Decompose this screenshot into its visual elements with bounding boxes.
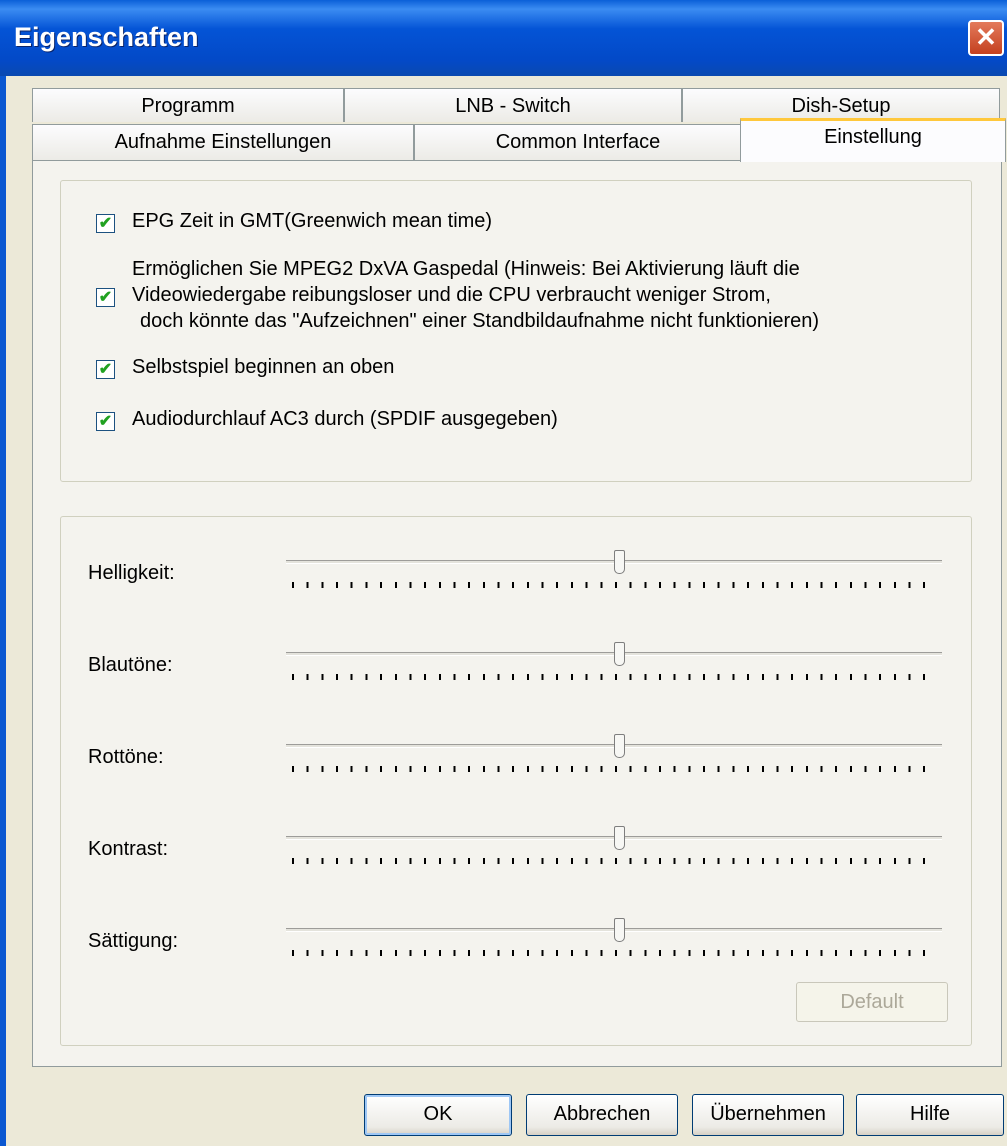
slider-label-blue-tone: Blautöne: [88, 654, 173, 676]
dxva-label-line3: doch könnte das "Aufzeichnen" einer Stan… [140, 310, 820, 332]
dxva-label-line1: Ermöglichen Sie MPEG2 DxVA Gaspedal (Hin… [132, 258, 800, 280]
tab-dish-setup[interactable]: Dish-Setup [682, 88, 1000, 122]
window-title: Eigenschaften [14, 22, 199, 52]
slider-thumb-brightness[interactable] [614, 550, 625, 574]
ok-button[interactable]: OK [364, 1094, 512, 1136]
ac3-label: Audiodurchlauf AC3 durch (SPDIF ausgegeb… [132, 408, 558, 430]
checkbox-epg-gmt[interactable]: ✔ [96, 214, 115, 233]
checkbox-ac3[interactable]: ✔ [96, 412, 115, 431]
slider-ticks-saturation [292, 950, 938, 956]
apply-button[interactable]: Übernehmen [692, 1094, 844, 1136]
slider-ticks-brightness [292, 582, 938, 588]
slider-ticks-blue-tone [292, 674, 938, 680]
epg-gmt-label: EPG Zeit in GMT(Greenwich mean time) [132, 210, 493, 232]
slider-label-saturation: Sättigung: [88, 930, 179, 952]
slider-thumb-blue-tone[interactable] [614, 642, 625, 666]
slider-ticks-red-tone [292, 766, 938, 772]
title-bar[interactable]: Eigenschaften ✕ [0, 0, 1007, 76]
tab-programm[interactable]: Programm [32, 88, 344, 122]
window-frame [0, 76, 6, 1146]
tab-aufnahme-einstellungen[interactable]: Aufnahme Einstellungen [32, 124, 414, 160]
checkbox-autoplay[interactable]: ✔ [96, 360, 115, 379]
tab-einstellung[interactable]: Einstellung [740, 118, 1006, 162]
slider-ticks-contrast [292, 858, 938, 864]
slider-thumb-saturation[interactable] [614, 918, 625, 942]
slider-thumb-contrast[interactable] [614, 826, 625, 850]
tab-lnb-switch[interactable]: LNB - Switch [344, 88, 682, 122]
help-button[interactable]: Hilfe [856, 1094, 1004, 1136]
dxva-label-line2: Videowiedergabe reibungsloser und die CP… [132, 284, 771, 306]
autoplay-label: Selbstspiel beginnen an oben [132, 356, 395, 378]
properties-dialog: Eigenschaften ✕ Programm LNB - Switch Di… [0, 0, 1007, 1146]
slider-label-contrast: Kontrast: [88, 838, 169, 860]
checkbox-dxva[interactable]: ✔ [96, 288, 115, 307]
slider-label-brightness: Helligkeit: [88, 562, 175, 584]
tab-common-interface[interactable]: Common Interface [414, 124, 742, 160]
default-button[interactable]: Default [796, 982, 948, 1022]
slider-thumb-red-tone[interactable] [614, 734, 625, 758]
cancel-button[interactable]: Abbrechen [526, 1094, 678, 1136]
slider-label-red-tone: Rottöne: [88, 746, 164, 768]
close-icon[interactable]: ✕ [968, 20, 1004, 56]
video-adjust-group [60, 516, 972, 1046]
